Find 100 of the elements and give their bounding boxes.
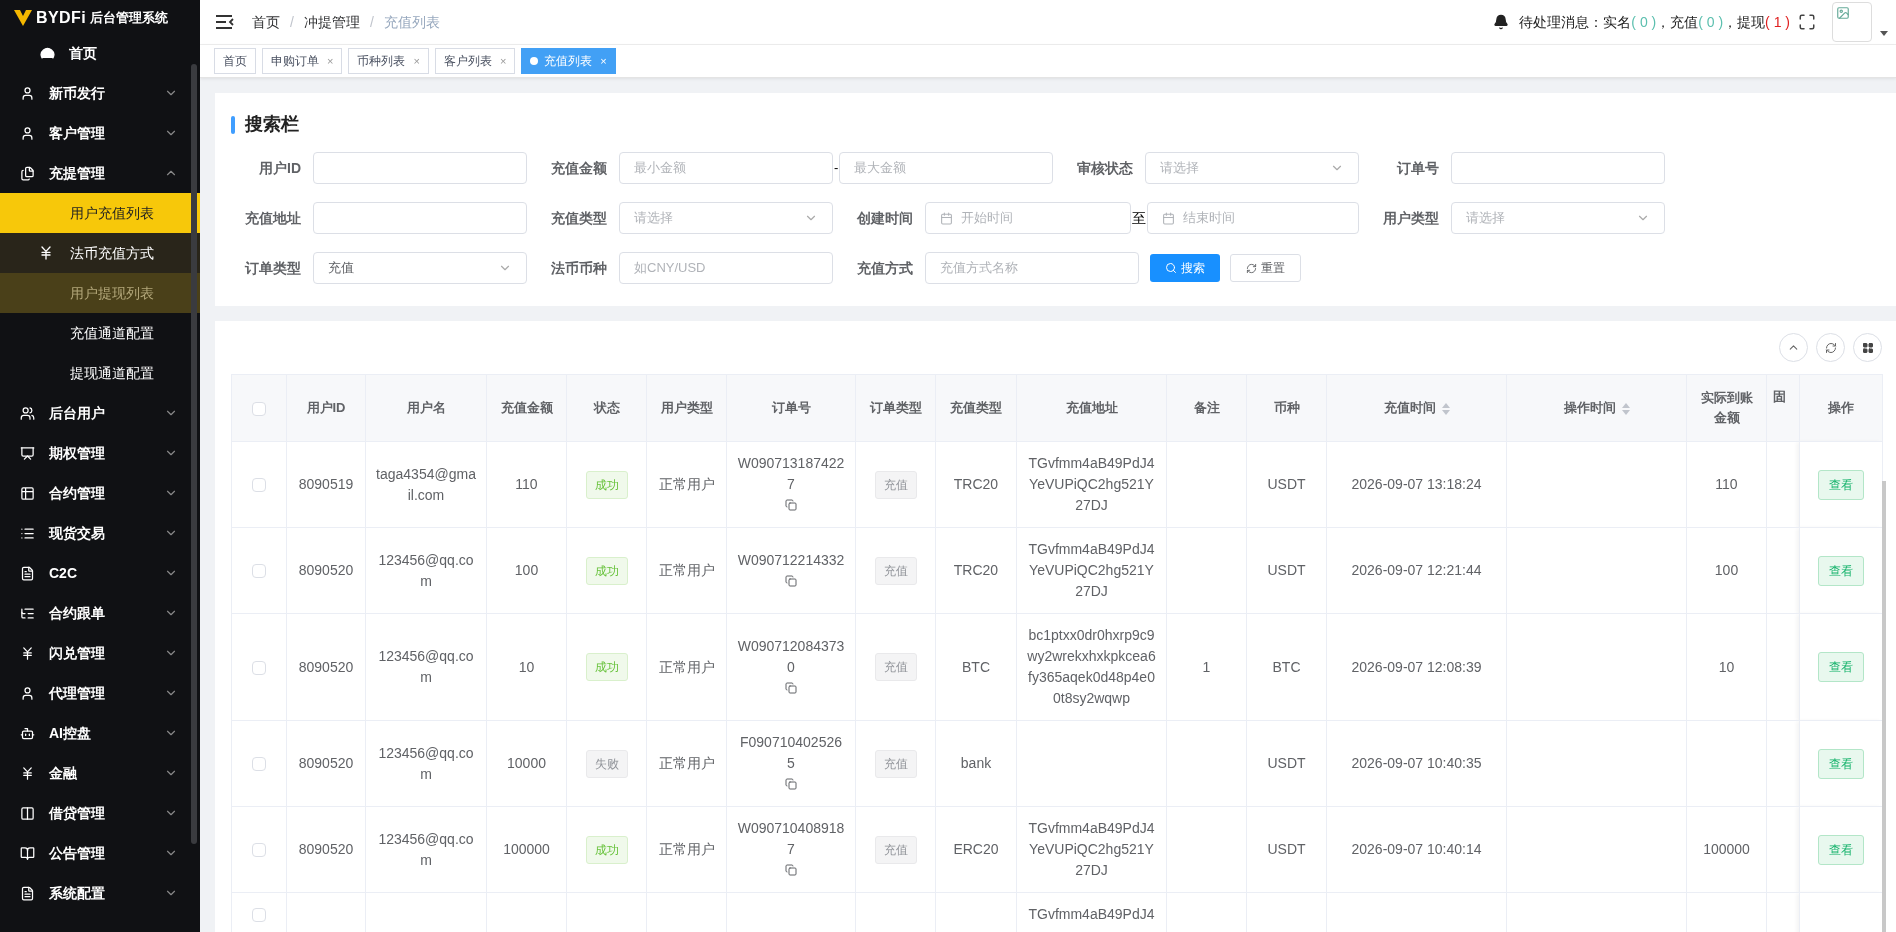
yen-icon [38, 245, 54, 261]
cell-text: 10 [518, 658, 535, 675]
input-field[interactable] [313, 202, 527, 234]
submenu-item[interactable]: 法币充值方式 [0, 233, 200, 273]
cell-text: 123456@qq.com [378, 830, 474, 868]
submenu-item[interactable]: 充值通道配置 [0, 313, 200, 353]
column-header[interactable]: 充值时间 [1326, 374, 1507, 442]
submenu-item[interactable]: 用户提现列表 [0, 273, 200, 313]
cell-text: TGvfmm4aB49PdJ4YeVUPiQC2hg521Y27DJ [1028, 820, 1155, 878]
page-tab[interactable]: 币种列表 × [348, 48, 429, 74]
reset-button[interactable]: 重置 [1230, 254, 1301, 282]
menu-icon [20, 765, 35, 781]
cell-text: TGvfmm4aB49PdJ4YeVUPiQC2hg521Y27DJ [1028, 455, 1155, 513]
sidebar-item[interactable]: 公告管理 [0, 833, 200, 873]
cell-text: 正常用户 [658, 476, 715, 492]
cell-text: bc1ptxx0dr0hxrp9c9wy2wrekxhxkpkcea6fy365aqek0d48p4e00t8sy2wqwp [1027, 627, 1156, 706]
submenu-item[interactable]: 提现通道配置 [0, 353, 200, 393]
column-header[interactable]: 操作时间 [1506, 374, 1687, 442]
sidebar-item[interactable]: 客户管理 [0, 113, 200, 153]
order-type-tag: 充值 [874, 470, 917, 499]
checkbox[interactable] [252, 564, 266, 579]
cell-text: USDT [1267, 476, 1306, 492]
input-field[interactable] [1451, 152, 1666, 184]
page-tab[interactable]: 申购订单 × [262, 48, 343, 74]
column-header: 备注 [1166, 374, 1247, 442]
cell-text: USDT [1267, 562, 1306, 578]
checkbox[interactable] [252, 660, 266, 675]
column-header: 固 [1766, 374, 1800, 442]
copy-icon[interactable] [785, 574, 797, 587]
field-label: 充值类型 [550, 208, 607, 228]
menu-icon [20, 645, 35, 661]
column-header: 充值地址 [1016, 374, 1167, 442]
order-number: F0907104025265 [739, 733, 843, 773]
status-tag: 成功 [585, 653, 628, 681]
breadcrumb-item: 充值列表 [383, 12, 440, 32]
sidebar-item[interactable]: 新币发行 [0, 73, 200, 113]
refresh-icon [1824, 341, 1837, 354]
column-header: 用户ID [286, 374, 366, 442]
column-header: 用户类型 [646, 374, 727, 442]
sidebar-item[interactable]: 合约跟单 [0, 593, 200, 633]
sidebar-item[interactable]: 现货交易 [0, 513, 200, 553]
field-label: 法币币种 [550, 258, 607, 278]
fullscreen-icon[interactable] [1798, 13, 1816, 31]
menu-icon [20, 805, 35, 821]
sidebar-item[interactable]: 代理管理 [0, 673, 200, 713]
menu-icon [20, 85, 35, 101]
copy-icon[interactable] [785, 681, 797, 694]
notice-separator: ， [1723, 12, 1738, 32]
field-label: 创建时间 [856, 208, 913, 228]
order-number: W0907131874227 [737, 454, 845, 494]
menu-fold-icon[interactable] [216, 15, 234, 29]
cell-text: 123456@qq.com [378, 648, 474, 685]
calendar-icon [1162, 211, 1175, 225]
avatar[interactable] [1832, 2, 1872, 42]
column-header: 实际到账金额 [1686, 374, 1767, 442]
sidebar-item[interactable]: 后台用户 [0, 393, 200, 433]
cell-text: 100 [1714, 562, 1739, 578]
column-header: 币种 [1246, 374, 1327, 442]
notice-count[interactable]: ( 1 ) [1765, 11, 1790, 33]
page-tab[interactable]: 客户列表 × [434, 48, 516, 74]
sidebar-item[interactable]: AI控盘 [0, 713, 200, 753]
field-label: 用户类型 [1382, 208, 1439, 228]
sidebar-item[interactable]: 借贷管理 [0, 793, 200, 833]
cell-text: taga4354@gmail.com [376, 465, 476, 503]
copy-icon[interactable] [785, 864, 797, 876]
input-field[interactable] [313, 152, 527, 184]
logo-icon [14, 9, 32, 26]
scrollbar-thumb[interactable] [191, 64, 197, 844]
cell-text: 10000 [507, 755, 546, 771]
menu-icon [20, 685, 35, 701]
caret-icon[interactable] [1880, 30, 1888, 36]
checkbox[interactable] [252, 757, 266, 772]
page-tab[interactable]: 首页 [214, 48, 256, 74]
sidebar-item[interactable]: C2C [0, 553, 200, 593]
cell-text: 2026-09-07 10:40:35 [1351, 755, 1482, 771]
bell-icon[interactable] [1493, 14, 1510, 30]
menu-icon [20, 725, 35, 741]
copy-icon[interactable] [785, 778, 797, 790]
breadcrumb-item[interactable]: 首页 [252, 11, 280, 33]
sort-icon[interactable] [1621, 402, 1630, 415]
checkbox[interactable] [252, 908, 266, 923]
sidebar-item[interactable]: 期权管理 [0, 433, 200, 473]
sidebar-item[interactable]: 金融 [0, 753, 200, 793]
cell-text: TGvfmm4aB49PdJ4 [1028, 906, 1155, 922]
sidebar-item[interactable]: 系统配置 [0, 873, 200, 913]
field-label: 订单类型 [243, 258, 301, 278]
checkbox[interactable] [252, 478, 266, 493]
sidebar-item[interactable]: 充提管理 [0, 153, 200, 193]
sort-icon[interactable] [1441, 402, 1450, 415]
sidebar-item[interactable]: 闪兑管理 [0, 633, 200, 673]
copy-icon[interactable] [785, 499, 797, 511]
scrollbar-thumb[interactable] [1882, 481, 1886, 932]
checkbox[interactable] [252, 843, 266, 858]
sidebar-item[interactable]: 首页 [0, 33, 200, 73]
submenu-item[interactable]: 用户充值列表 [0, 193, 200, 233]
breadcrumb-item[interactable]: 冲提管理 [303, 11, 360, 33]
checkbox[interactable] [252, 401, 266, 416]
sidebar-item[interactable]: 合约管理 [0, 473, 200, 513]
select-field[interactable]: 充值 [313, 252, 527, 284]
notice-label: 待处理消息： [1519, 12, 1604, 32]
